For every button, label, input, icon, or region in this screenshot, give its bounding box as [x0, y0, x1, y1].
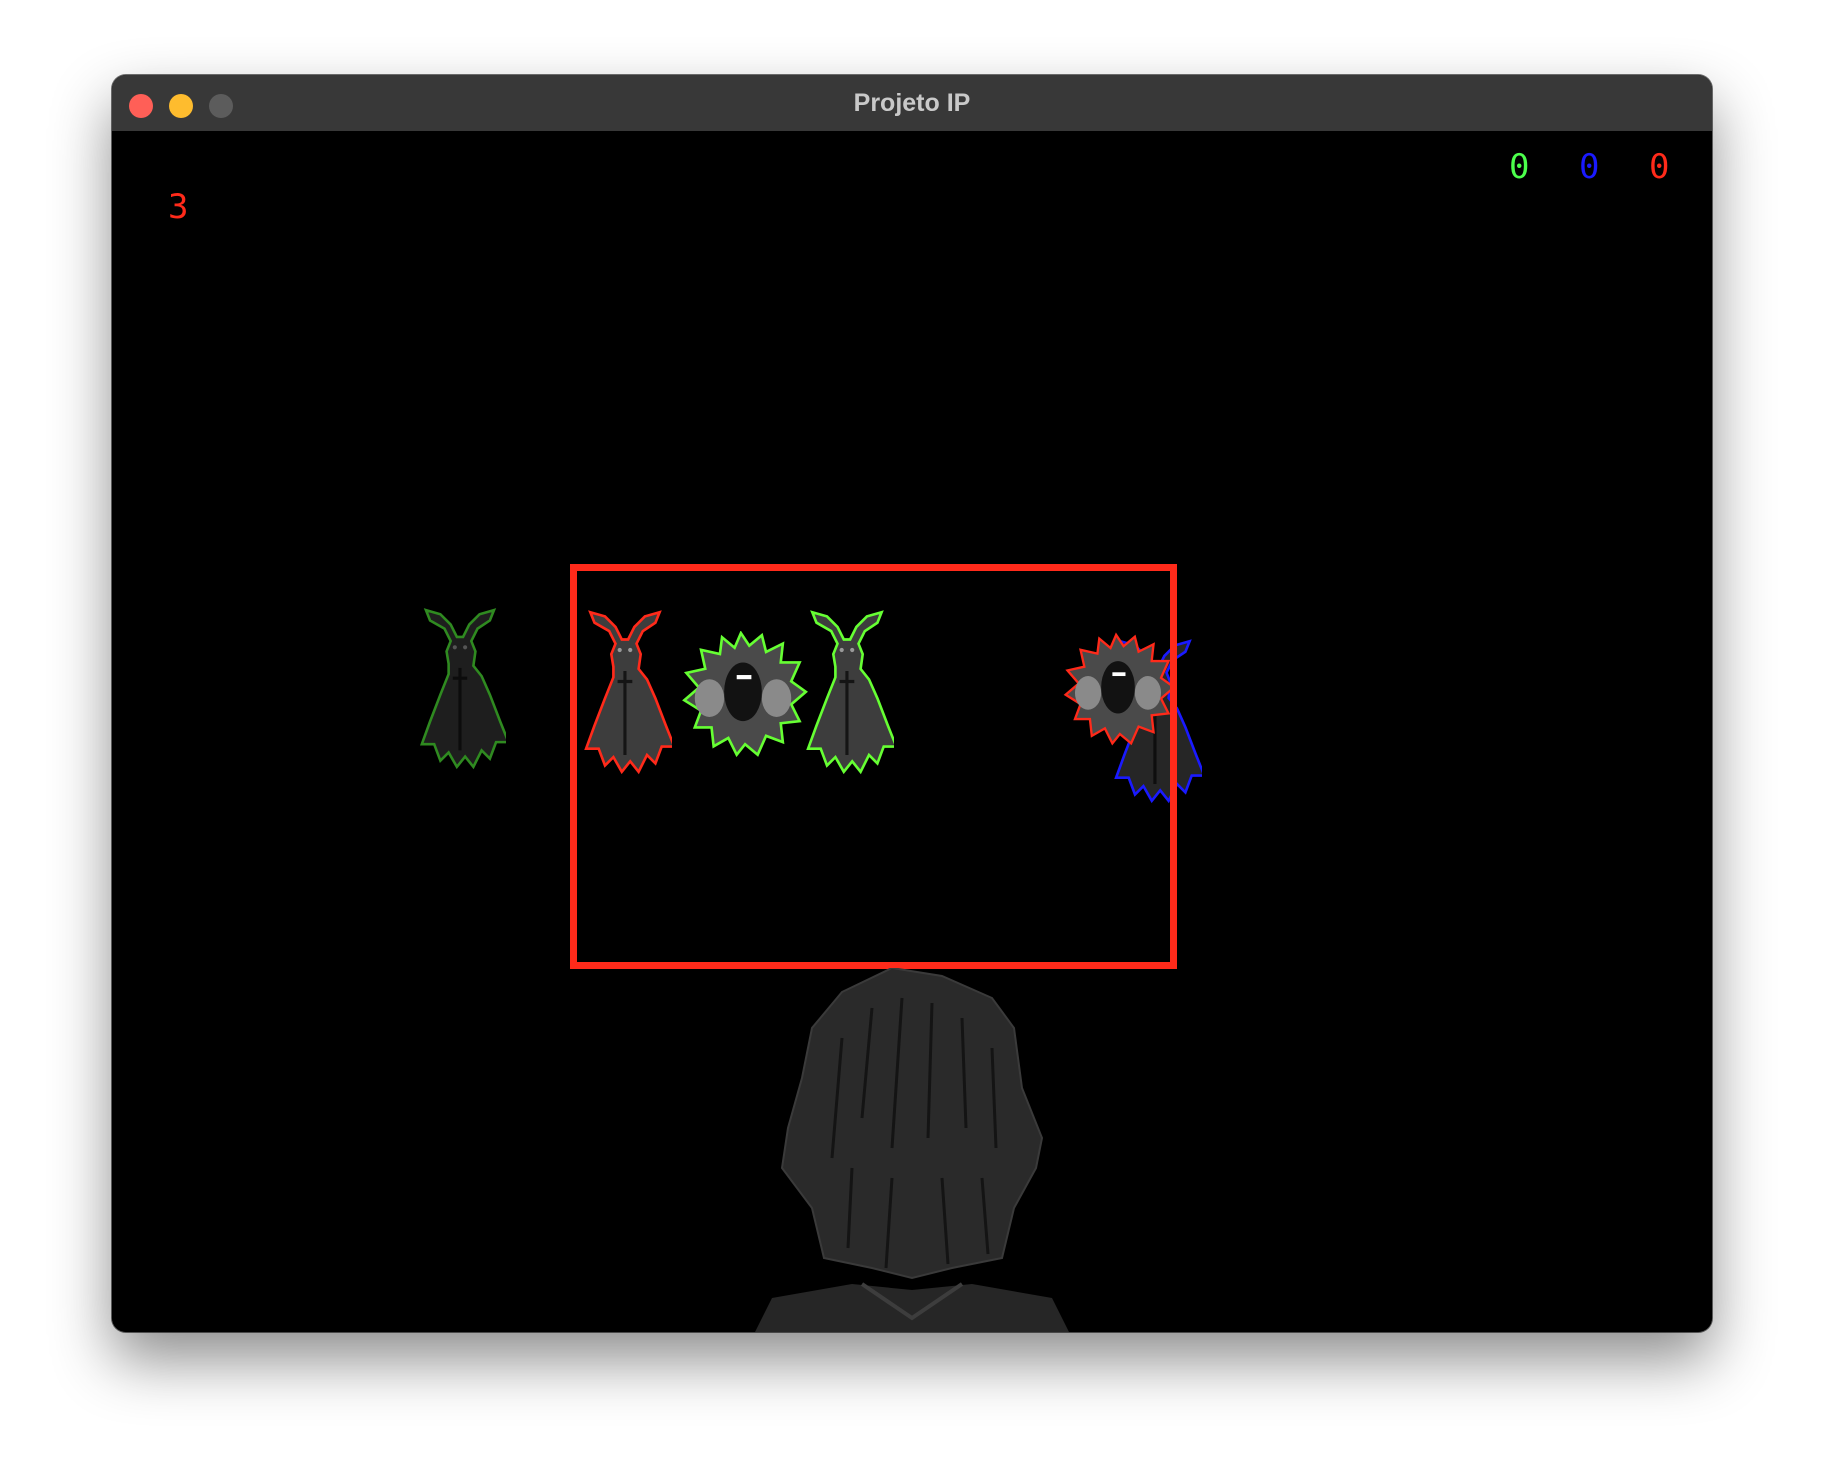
- score-blue: 0: [1579, 147, 1600, 187]
- game-canvas[interactable]: 3 0 0 0: [112, 131, 1712, 1332]
- player-head: [755, 968, 1069, 1332]
- score-green: 0: [1509, 147, 1530, 187]
- targeting-box: [570, 564, 1177, 969]
- enemy-horned-figure-green-dark[interactable]: [416, 606, 506, 771]
- game-window: Projeto IP 3 0 0 0: [112, 75, 1712, 1332]
- window-title: Projeto IP: [853, 89, 971, 117]
- lives-counter: 3: [168, 187, 189, 227]
- score-red: 0: [1649, 147, 1670, 187]
- title-bar[interactable]: Projeto IP: [112, 75, 1712, 132]
